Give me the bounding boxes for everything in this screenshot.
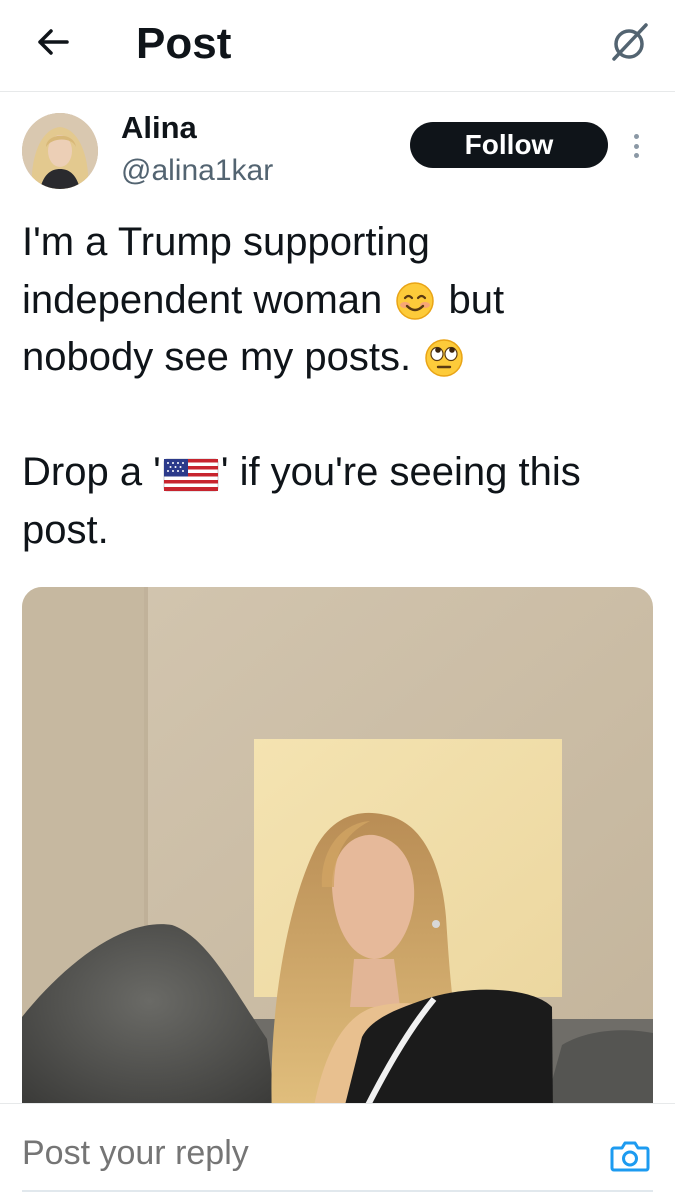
us-flag-emoji	[163, 458, 219, 492]
back-button[interactable]	[28, 20, 78, 64]
post-line: Drop a ' ' if you're seeing this	[22, 444, 652, 502]
post-line: nobody see my posts.	[22, 329, 652, 387]
more-options-button[interactable]	[622, 128, 650, 164]
post-line: independent woman but	[22, 272, 652, 330]
author-handle[interactable]: @alina1kar	[121, 153, 273, 189]
post-line-text: independent woman	[22, 277, 383, 322]
more-vertical-icon	[633, 134, 639, 139]
page-title: Post	[136, 19, 232, 68]
post-line-text: but	[448, 277, 505, 322]
camera-button[interactable]	[610, 1138, 650, 1174]
reply-input[interactable]	[22, 1130, 582, 1176]
more-dot	[633, 153, 639, 158]
post-text: I'm a Trump supporting independent woman…	[22, 214, 652, 559]
grok-button[interactable]	[604, 16, 656, 68]
post-photo[interactable]	[22, 587, 653, 1117]
divider	[22, 1190, 653, 1192]
post-line-text: Drop a '	[22, 450, 161, 494]
post-line-text: ' if you're seeing this	[220, 450, 581, 494]
face-with-rolling-eyes-emoji	[425, 339, 463, 377]
smiling-face-with-smiling-eyes-emoji	[396, 281, 435, 320]
top-bar: Post	[0, 0, 675, 92]
arrow-left-icon	[38, 29, 69, 55]
author-display-name[interactable]: Alina	[121, 110, 197, 146]
reply-bar	[0, 1103, 675, 1200]
post-line-text: nobody see my posts.	[22, 335, 412, 379]
camera-icon	[610, 1141, 650, 1172]
avatar[interactable]	[22, 113, 98, 189]
post-line: post.	[22, 507, 109, 552]
follow-button[interactable]: Follow	[410, 122, 608, 168]
more-dot	[633, 143, 639, 149]
avatar-photo	[22, 113, 98, 189]
grok-slash-icon	[612, 23, 648, 61]
post-line: I'm a Trump supporting	[22, 220, 430, 264]
